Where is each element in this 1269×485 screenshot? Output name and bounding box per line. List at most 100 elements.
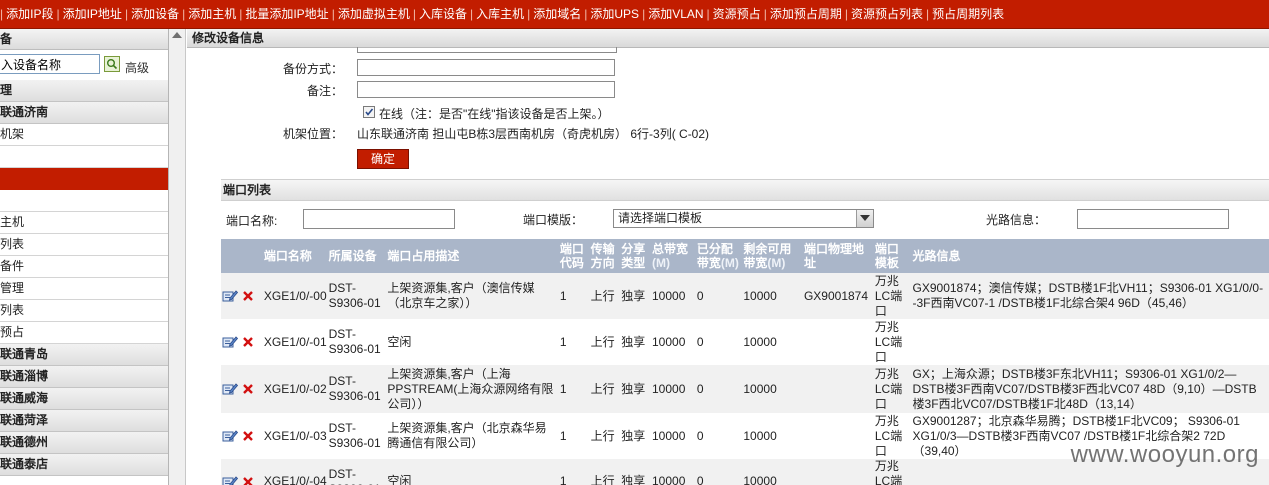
cell-total: 10000: [651, 413, 696, 459]
nav-item[interactable]: 添加设备: [128, 0, 182, 28]
nav-item[interactable]: 添加预占周期: [767, 0, 845, 28]
cell-remain: 10000: [742, 459, 803, 485]
sidebar-group-qingdao[interactable]: 联通青岛: [0, 344, 168, 366]
nav-item[interactable]: 添加UPS: [587, 0, 642, 28]
sidebar-item-list2[interactable]: 列表: [0, 300, 168, 322]
remark-input[interactable]: [357, 81, 615, 98]
sidebar-item-preempt[interactable]: 预占: [0, 322, 168, 344]
scroll-up-icon[interactable]: [172, 32, 182, 38]
nav-item[interactable]: 预占周期列表: [929, 0, 1007, 28]
delete-icon[interactable]: [242, 383, 254, 395]
nav-item[interactable]: 添加IP地址: [60, 0, 125, 28]
online-label: 在线（注：是否"在线"指该设备是否上架。）: [379, 107, 610, 121]
column-header-name: 所属设备: [328, 249, 377, 263]
port-name-input[interactable]: [303, 209, 455, 229]
nav-item[interactable]: 添加虚拟主机: [335, 0, 413, 28]
nav-item[interactable]: 入库设备: [416, 0, 470, 28]
cell-alloc: 0: [695, 459, 743, 485]
cell-desc: 上架资源集,客户（澳信传媒（北京车之家））: [386, 273, 559, 319]
nav-item[interactable]: 资源预占列表: [848, 0, 926, 28]
nav-item[interactable]: 添加域名: [530, 0, 584, 28]
column-header-unit: (M): [767, 256, 786, 270]
column-header: 剩余可用带宽(M): [742, 239, 803, 273]
sidebar-group-jinan[interactable]: 联通济南: [0, 102, 168, 124]
edit-icon[interactable]: [222, 475, 239, 485]
sidebar-item-host[interactable]: 主机: [0, 212, 168, 234]
cell-mac: [802, 365, 874, 413]
row-actions: [221, 319, 263, 365]
sidebar-group-taian[interactable]: 联通泰店: [0, 454, 168, 476]
cell-share: 独享: [620, 459, 651, 485]
sidebar-group-weihai[interactable]: 联通威海: [0, 388, 168, 410]
cell-tpl: 万兆LC端口: [873, 273, 912, 319]
sidebar-item-4[interactable]: [0, 190, 168, 212]
cell-name: XGE1/0/-04: [262, 459, 328, 485]
search-icon[interactable]: [104, 56, 120, 72]
port-list-title: 端口列表: [221, 179, 1269, 201]
cell-dir: 上行: [589, 365, 621, 413]
cell-mac: [802, 413, 874, 459]
fiber-info-input[interactable]: [1077, 209, 1229, 229]
remark-label: 备注：: [306, 84, 343, 98]
sidebar-item-active[interactable]: [0, 168, 168, 190]
column-header: 端口代码: [558, 239, 590, 273]
sidebar-group-zibo[interactable]: 联通淄博: [0, 366, 168, 388]
cell-code: 1: [558, 413, 590, 459]
delete-icon[interactable]: [242, 430, 254, 442]
nav-item[interactable]: 添加主机: [185, 0, 239, 28]
port-template-select[interactable]: 请选择端口模板: [613, 209, 874, 228]
column-header: 光路信息: [911, 239, 1269, 273]
main-panel: 修改设备信息 备份方式： 备注： 在线（注：是否"在线"指该设备是否上架。） 机…: [187, 29, 1269, 485]
sidebar-item-list[interactable]: 列表: [0, 234, 168, 256]
cell-device: DST-S9306-01: [327, 459, 387, 485]
device-search-input[interactable]: [0, 54, 100, 74]
nav-item[interactable]: 资源预占: [710, 0, 764, 28]
column-header-name: 光路信息: [912, 249, 961, 263]
sidebar-item-manage[interactable]: 管理: [0, 278, 168, 300]
cell-total: 10000: [651, 365, 696, 413]
sidebar-item-spare[interactable]: 备件: [0, 256, 168, 278]
cell-tpl: 万兆LC端口: [873, 459, 912, 485]
chevron-down-icon[interactable]: [856, 210, 873, 227]
confirm-button[interactable]: 确定: [357, 149, 409, 169]
sidebar-item-2[interactable]: [0, 146, 168, 168]
column-header-name: 端口占用描述: [387, 249, 460, 263]
column-header: 传输方向: [589, 239, 621, 273]
sidebar-group-heze[interactable]: 联通菏泽: [0, 410, 168, 432]
online-checkbox[interactable]: [363, 106, 375, 118]
frame-scrollbar[interactable]: [169, 29, 186, 485]
nav-item[interactable]: 入库主机: [473, 0, 527, 28]
delete-icon[interactable]: [242, 336, 254, 348]
edit-icon[interactable]: [222, 382, 239, 396]
edit-icon[interactable]: [222, 289, 239, 303]
page-title: 修改设备信息: [187, 29, 1269, 48]
column-header: 已分配带宽(M): [695, 239, 743, 273]
table-header: 端口名称 所属设备 端口占用描述 端口代码 传输方向 分享类型 总带宽(M) 已分配带宽(M)…: [221, 239, 1269, 273]
nav-item[interactable]: 批量添加IP地址: [242, 0, 331, 28]
cell-name: XGE1/0/-03: [262, 413, 328, 459]
sidebar-section-head[interactable]: 理: [0, 80, 168, 102]
column-header-name: 端口物理地址: [803, 242, 864, 270]
advanced-search-link[interactable]: 高级: [125, 59, 149, 76]
sidebar-item-rack[interactable]: 机架: [0, 124, 168, 146]
cell-dir: 上行: [589, 413, 621, 459]
port-template-label: 端口模版：: [523, 213, 584, 227]
port-name-label: 端口名称:: [226, 214, 278, 228]
nav-item[interactable]: 添加IP段: [3, 0, 56, 28]
delete-icon[interactable]: [242, 290, 254, 302]
column-header-name: 端口模板: [874, 242, 899, 270]
cut-off-field: [357, 47, 617, 53]
sidebar-group-dezhou[interactable]: 联通德州: [0, 432, 168, 454]
delete-icon[interactable]: [242, 476, 254, 485]
backup-input[interactable]: [357, 59, 615, 76]
cell-tpl: 万兆LC端口: [873, 365, 912, 413]
edit-icon[interactable]: [222, 429, 239, 443]
nav-item[interactable]: 添加VLAN: [645, 0, 706, 28]
cell-remain: 10000: [742, 413, 803, 459]
cell-code: 1: [558, 459, 590, 485]
row-actions: [221, 273, 263, 319]
cell-alloc: 0: [695, 365, 743, 413]
fiber-info-label: 光路信息：: [986, 213, 1047, 227]
edit-icon[interactable]: [222, 335, 239, 349]
column-header-unit: (M): [720, 256, 739, 270]
